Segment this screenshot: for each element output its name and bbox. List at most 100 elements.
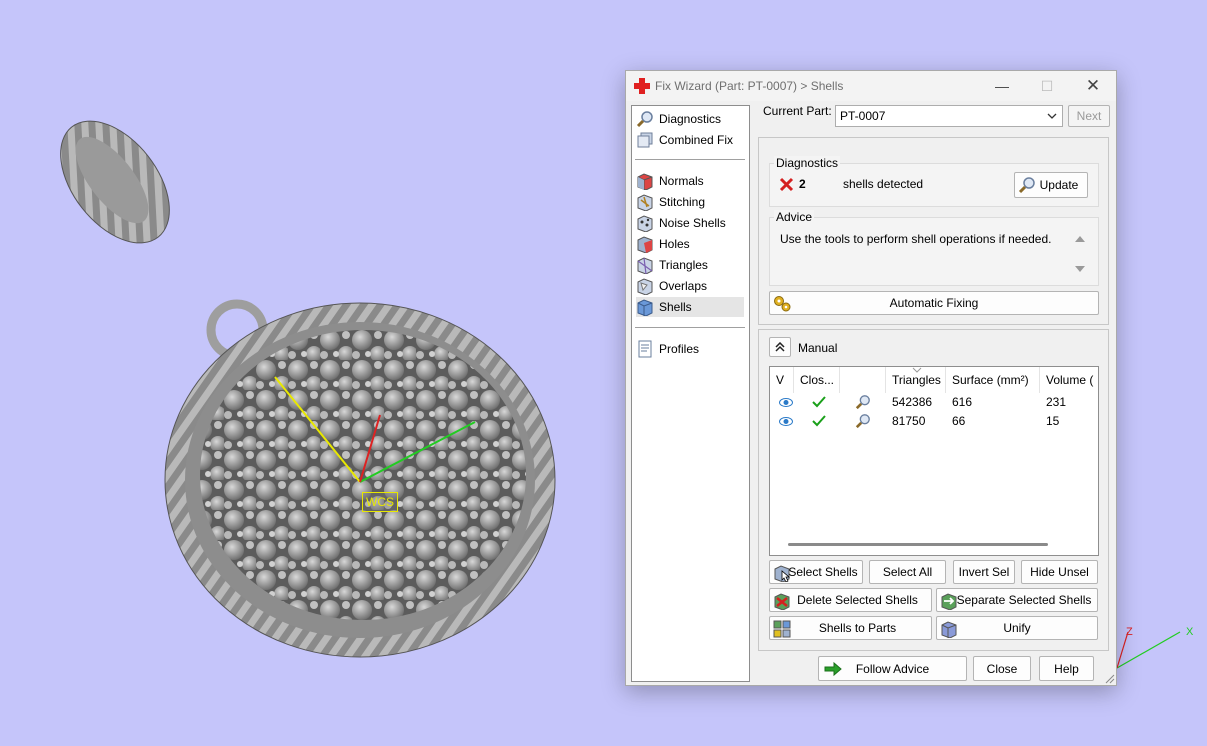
cell-triangles: 542386: [892, 395, 933, 409]
shells-to-parts-button[interactable]: Shells to Parts: [769, 616, 932, 640]
check-icon: [812, 415, 826, 427]
normals-icon: [637, 173, 653, 190]
check-icon: [812, 396, 826, 408]
sidebar-item-noise-shells[interactable]: Noise Shells: [636, 213, 744, 233]
sidebar-item-stitching[interactable]: Stitching: [636, 192, 744, 212]
resize-grip-icon[interactable]: [1105, 674, 1115, 684]
minimize-button[interactable]: —: [980, 75, 1024, 97]
current-part-value: PT-0007: [840, 109, 886, 123]
sidebar-item-shells[interactable]: Shells: [636, 297, 744, 317]
unify-label: Unify: [1003, 621, 1031, 635]
collapse-manual-button[interactable]: [769, 337, 791, 357]
shells-icon: [637, 299, 653, 316]
axis-z-label: Z: [1126, 626, 1133, 638]
update-label: Update: [1039, 178, 1079, 192]
green-arrow-icon: [824, 661, 842, 677]
select-shells-button[interactable]: Select Shells: [769, 560, 863, 584]
fix-wizard-dialog: Fix Wizard (Part: PT-0007) > Shells — ☐ …: [625, 70, 1117, 686]
sort-indicator-icon: [912, 367, 922, 373]
shells-table[interactable]: V Clos... Triangles Surface (mm²) Volume…: [769, 366, 1099, 556]
combined-fix-icon: [637, 132, 653, 148]
shell-count: 2: [799, 177, 806, 191]
invert-sel-button[interactable]: Invert Sel: [953, 560, 1015, 584]
wizard-sidebar: Diagnostics Combined Fix Normals Stitchi…: [631, 105, 750, 682]
sidebar-item-combined-fix[interactable]: Combined Fix: [636, 130, 744, 150]
window-title: Fix Wizard (Part: PT-0007) > Shells: [655, 79, 844, 93]
bail-part[interactable]: [39, 101, 191, 263]
sidebar-item-triangles[interactable]: Triangles: [636, 255, 744, 275]
current-part-dropdown[interactable]: PT-0007: [835, 105, 1063, 127]
separate-selected-shells-button[interactable]: Separate Selected Shells: [936, 588, 1098, 612]
sidebar-item-normals[interactable]: Normals: [636, 171, 744, 191]
stitching-icon: [637, 194, 653, 211]
zoom-to-shell-icon[interactable]: [855, 413, 871, 429]
select-shells-label: Select Shells: [788, 565, 858, 579]
advice-text: Use the tools to perform shell operation…: [780, 232, 1052, 246]
magnifier-icon: [1018, 177, 1035, 194]
scroll-down-icon[interactable]: [1074, 264, 1086, 274]
magnifier-icon: [636, 111, 653, 128]
sidebar-label: Combined Fix: [659, 133, 734, 147]
sidebar-divider: [635, 159, 745, 160]
column-header-closed[interactable]: Clos...: [794, 367, 840, 393]
title-bar[interactable]: Fix Wizard (Part: PT-0007) > Shells — ☐ …: [626, 71, 1116, 101]
wcs-label: WCS: [362, 492, 398, 512]
shells-detected-text: shells detected: [843, 177, 924, 191]
advice-group: Advice Use the tools to perform shell op…: [769, 210, 1099, 286]
triangles-icon: [637, 257, 653, 274]
sidebar-label: Stitching: [659, 195, 706, 209]
close-window-button[interactable]: ✕: [1071, 75, 1115, 97]
cell-volume: 231: [1046, 395, 1067, 409]
column-header-action[interactable]: [840, 367, 886, 393]
unify-button[interactable]: Unify: [936, 616, 1098, 640]
column-header-volume[interactable]: Volume (: [1040, 367, 1098, 393]
advice-title: Advice: [774, 210, 815, 224]
delete-selected-shells-button[interactable]: Delete Selected Shells: [769, 588, 932, 612]
horizontal-scrollbar[interactable]: [788, 543, 1048, 546]
profiles-icon: [638, 340, 652, 358]
maximize-button[interactable]: ☐: [1025, 75, 1069, 97]
zoom-to-shell-icon[interactable]: [855, 394, 871, 410]
follow-advice-button[interactable]: Follow Advice: [818, 656, 967, 681]
red-cross-icon: [634, 78, 650, 94]
cell-triangles: 81750: [892, 414, 926, 428]
shells-to-parts-label: Shells to Parts: [818, 621, 897, 635]
sidebar-label: Profiles: [659, 342, 700, 356]
separate-selected-shells-label: Separate Selected Shells: [956, 593, 1092, 607]
sidebar-label: Normals: [659, 174, 704, 188]
sidebar-item-profiles[interactable]: Profiles: [636, 339, 744, 359]
close-button[interactable]: Close: [973, 656, 1031, 681]
shells-to-parts-icon: [773, 620, 791, 638]
sidebar-label: Shells: [659, 300, 692, 314]
separate-shells-icon: [941, 593, 957, 610]
double-chevron-up-icon: [775, 342, 785, 352]
update-button[interactable]: Update: [1014, 172, 1088, 198]
scroll-up-icon[interactable]: [1074, 234, 1086, 244]
eye-icon[interactable]: [779, 398, 793, 407]
sidebar-label: Overlaps: [659, 279, 708, 293]
help-button[interactable]: Help: [1039, 656, 1094, 681]
sidebar-item-diagnostics[interactable]: Diagnostics: [636, 109, 744, 129]
column-header-visible[interactable]: V: [770, 367, 794, 393]
diagnostics-title: Diagnostics: [774, 156, 841, 170]
overlaps-icon: [637, 278, 653, 295]
hide-unsel-button[interactable]: Hide Unsel: [1021, 560, 1098, 584]
holes-icon: [637, 236, 653, 253]
eye-icon[interactable]: [779, 417, 793, 426]
column-header-surface[interactable]: Surface (mm²): [946, 367, 1040, 393]
automatic-fixing-label: Automatic Fixing: [889, 296, 979, 310]
cell-surface: 66: [952, 414, 966, 428]
delete-shells-icon: [774, 593, 790, 610]
error-x-icon: [779, 177, 794, 192]
sidebar-item-holes[interactable]: Holes: [636, 234, 744, 254]
select-all-button[interactable]: Select All: [869, 560, 946, 584]
sidebar-label: Diagnostics: [659, 112, 722, 126]
sidebar-label: Triangles: [659, 258, 708, 272]
next-button[interactable]: Next: [1068, 105, 1110, 127]
delete-selected-shells-label: Delete Selected Shells: [797, 593, 918, 607]
sidebar-item-overlaps[interactable]: Overlaps: [636, 276, 744, 296]
select-shells-icon: [774, 565, 791, 582]
cell-volume: 15: [1046, 414, 1060, 428]
chevron-down-icon: [1047, 113, 1057, 119]
automatic-fixing-button[interactable]: Automatic Fixing: [769, 291, 1099, 315]
